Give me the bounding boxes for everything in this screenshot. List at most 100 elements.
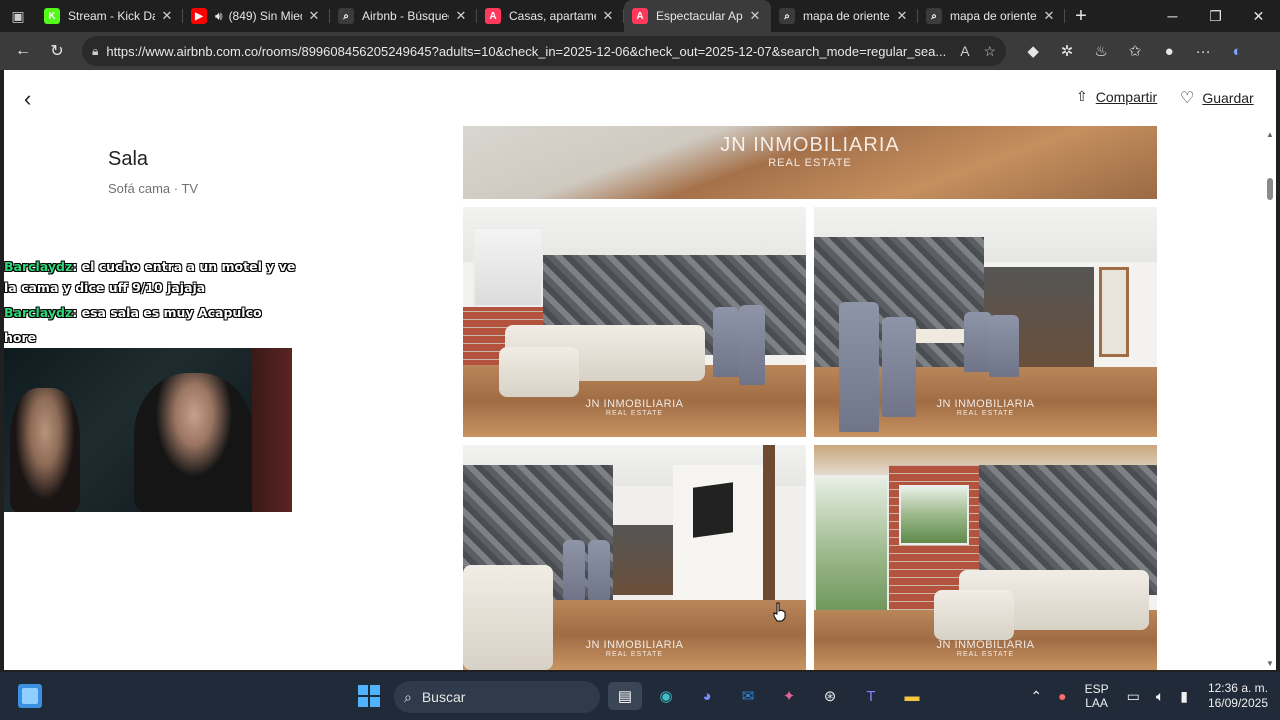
pinned-apps: ▤ ◉ ◕ ✉ ✦ ⊛ T ▬ [608,682,936,710]
browser-tab[interactable]: ▶ 🔊︎ (849) Sin Miedo ✕ [183,0,330,32]
taskbar-search[interactable]: ⌕ Buscar [394,681,600,713]
favorites-icon[interactable]: ✩ [1118,36,1152,66]
tab-close-icon[interactable]: ✕ [306,8,322,24]
profile-avatar-icon[interactable]: ● [1152,36,1186,66]
back-arrow-icon[interactable]: ‹ [24,88,48,112]
close-window-icon[interactable]: ✕ [1237,0,1280,32]
tab-audio-icon[interactable]: 🔊︎ [215,9,223,24]
share-icon: ⇧ [1076,88,1088,104]
tab-strip: K Stream - Kick Dashboard ✕ ▶ 🔊︎ (849) Sin Mi… [36,0,1065,32]
save-label: Guardar [1202,90,1254,106]
chrome-icon[interactable]: ⊛ [813,682,847,710]
teams-icon[interactable]: T [854,682,888,710]
watermark: JN INMOBILIARIA REAL ESTATE [585,398,684,417]
browser-toolbar: ← ↻ 🔒︎ https://www.airbnb.com.co/rooms/8… [0,32,1280,70]
edge-icon[interactable]: ◉ [649,682,683,710]
stream-chat-overlay: Barclaydz: el cucho entra a un motel y v… [4,256,304,352]
room-title: Sala [108,148,149,170]
tab-close-icon[interactable]: ✕ [453,8,469,24]
chat-username: Barclaydz [4,259,73,274]
tab-title: Espectacular Apartamento [656,9,743,23]
read-aloud-icon[interactable]: A [960,43,969,59]
watermark: JN INMOBILIARIA REAL ESTATE [585,639,684,658]
hand-cursor-icon [773,602,786,622]
task-view-icon[interactable]: ▤ [608,682,642,710]
extensions-puzzle-icon[interactable]: ✲ [1050,36,1084,66]
reload-icon[interactable]: ↻ [40,36,74,66]
copilot-icon[interactable]: ◐ [1220,36,1254,66]
watermark: JN INMOBILIARIA REAL ESTATE [936,398,1035,417]
restore-icon[interactable]: ❐ [1194,0,1237,32]
tab-title: mapa de oriente a [950,9,1037,23]
widgets-icon[interactable] [18,684,42,708]
battery-icon[interactable]: ▮ [1180,688,1188,705]
browser-tab[interactable]: A Espectacular Apartamento ✕ [624,0,771,32]
favorite-star-icon[interactable]: ☆ [984,43,997,60]
microphone-icon[interactable]: ● [1058,688,1066,704]
outlook-icon[interactable]: ✉ [731,682,765,710]
webcam-overlay [4,348,292,512]
tab-close-icon[interactable]: ✕ [159,8,175,24]
tab-favicon-icon: A [485,8,501,24]
save-button[interactable]: ♡ Guardar [1180,88,1254,108]
tab-favicon-icon: K [44,8,60,24]
tab-close-icon[interactable]: ✕ [600,8,616,24]
photo-living-room[interactable]: JN INMOBILIARIA REAL ESTATE [463,207,806,437]
discord-icon[interactable]: ◕ [690,682,724,710]
photo-dining-kitchen[interactable]: JN INMOBILIARIA REAL ESTATE [814,207,1157,437]
back-icon[interactable]: ← [6,36,40,66]
tab-actions-icon[interactable]: ▣ [0,0,36,32]
language-indicator[interactable]: ESP LAA [1085,682,1109,710]
volume-icon[interactable]: 🔈︎ [1156,688,1164,705]
photo-hallway-tv[interactable]: JN INMOBILIARIA REAL ESTATE [463,445,806,670]
photo-top-partial[interactable]: JN INMOBILIARIA REAL ESTATE [463,126,1157,199]
site-info-icon[interactable]: 🔒︎ [92,44,98,59]
heart-icon: ♡ [1180,90,1195,107]
url-text[interactable]: https://www.airbnb.com.co/rooms/89960845… [106,44,946,59]
scroll-up-icon[interactable]: ▲ [1266,130,1274,139]
browser-tab[interactable]: A Casas, apartamentos ✕ [477,0,624,32]
extension-icon[interactable]: ◆ [1016,36,1050,66]
browser-tab[interactable]: ⌕ mapa de oriente a ✕ [918,0,1065,32]
photo-sofa-brick[interactable]: JN INMOBILIARIA REAL ESTATE [814,445,1157,670]
file-explorer-icon[interactable]: ▬ [895,682,929,710]
more-options-icon[interactable]: ··· [1186,36,1220,66]
clock[interactable]: 12:36 a. m. 16/09/2025 [1208,681,1268,711]
page-scrollbar[interactable]: ▲ ▼ [1264,126,1276,670]
tab-favicon-icon: A [632,8,648,24]
tab-favicon-icon: ⌕ [779,8,795,24]
tab-bar: ▣ K Stream - Kick Dashboard ✕ ▶ 🔊︎ (849) Sin … [0,0,1280,32]
room-subtitle: Sofá cama · TV [108,181,199,196]
browser-tab[interactable]: K Stream - Kick Dashboard ✕ [36,0,183,32]
system-tray: ⌃ ● ESP LAA ▭ 🔈︎ ▮ 12:36 a. m. 16/09/202… [1022,672,1268,720]
share-label: Compartir [1095,88,1158,105]
show-hidden-icons-icon[interactable]: ⌃ [1030,688,1042,705]
tab-favicon-icon: ▶ [191,8,207,24]
start-icon[interactable] [358,685,380,707]
chat-message: Barclaydz: esa sala es muy Acapulco [4,302,304,323]
minimize-icon[interactable]: ─ [1151,0,1194,32]
browser-tab[interactable]: ⌕ Airbnb - Búsqueda ✕ [330,0,477,32]
scrollbar-thumb[interactable] [1267,178,1273,200]
tab-favicon-icon: ⌕ [926,8,942,24]
tab-close-icon[interactable]: ✕ [1041,8,1057,24]
tab-title: Airbnb - Búsqueda [362,9,449,23]
browser-tab[interactable]: ⌕ mapa de oriente a ✕ [771,0,918,32]
tab-title: Casas, apartamentos [509,9,596,23]
tab-close-icon[interactable]: ✕ [894,8,910,24]
tab-close-icon[interactable]: ✕ [747,8,763,24]
network-icon[interactable]: ▭ [1127,688,1140,705]
streamer-figure [134,373,254,512]
scroll-down-icon[interactable]: ▼ [1266,659,1274,668]
performance-icon[interactable]: ♨ [1084,36,1118,66]
background-door [252,348,292,512]
chat-message: hore [4,327,304,348]
address-bar[interactable]: 🔒︎ https://www.airbnb.com.co/rooms/89960… [82,36,1007,66]
copilot-app-icon[interactable]: ✦ [772,682,806,710]
airbnb-page: ‹ ⇧ Compartir ♡ Guardar Sala Sofá cama ·… [4,70,1276,670]
tab-title: mapa de oriente a [803,9,890,23]
new-tab-button[interactable]: + [1065,5,1097,28]
search-icon: ⌕ [404,688,412,705]
watermark: JN INMOBILIARIA REAL ESTATE [936,639,1035,658]
share-button[interactable]: ⇧ Compartir [1076,88,1157,105]
